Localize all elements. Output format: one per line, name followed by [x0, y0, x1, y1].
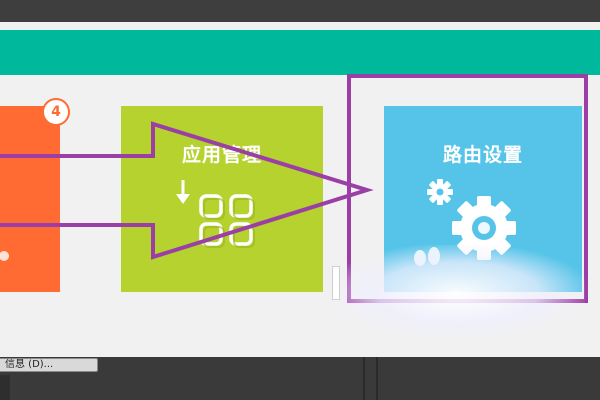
- tile-icon: [0, 251, 9, 261]
- left-panel-edge: [0, 375, 10, 400]
- tile-app-management[interactable]: 应用管理: [121, 106, 323, 292]
- bottom-toolbar: 信息 (D)...: [0, 357, 600, 400]
- scroll-handle[interactable]: [332, 266, 340, 300]
- divider: [363, 357, 365, 400]
- app-grid-icon: [176, 180, 255, 248]
- window-top-bar: [0, 0, 600, 23]
- tile-orange[interactable]: [0, 106, 60, 292]
- divider: [376, 357, 378, 400]
- notification-badge: 4: [42, 98, 70, 126]
- info-button[interactable]: 信息 (D)...: [0, 358, 98, 372]
- header-bar: [0, 30, 600, 75]
- blurred-region: [330, 245, 585, 340]
